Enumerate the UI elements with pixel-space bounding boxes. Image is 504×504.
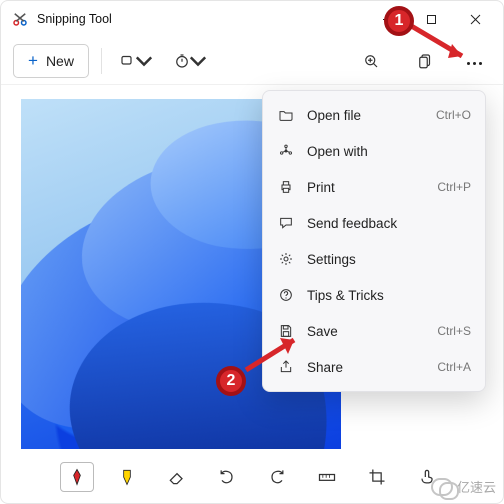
editing-toolbar [52, 456, 452, 498]
menu-item-open-file[interactable]: Open file Ctrl+O [263, 97, 485, 133]
watermark-icon [431, 478, 453, 496]
menu-shortcut: Ctrl+O [436, 108, 471, 122]
annotation-badge-2: 2 [216, 366, 246, 396]
chevron-down-icon [135, 52, 153, 70]
help-icon [277, 287, 295, 303]
annotation-arrow-1 [404, 16, 482, 68]
new-label: New [46, 53, 74, 69]
new-snip-button[interactable]: + New [13, 44, 89, 78]
zoom-button[interactable] [349, 44, 393, 78]
redo-button[interactable] [260, 462, 294, 492]
menu-label: Share [307, 360, 425, 375]
menu-item-tips[interactable]: Tips & Tricks [263, 277, 485, 313]
menu-item-print[interactable]: Print Ctrl+P [263, 169, 485, 205]
chevron-down-icon [189, 52, 207, 70]
delay-dropdown[interactable] [168, 44, 212, 78]
highlighter-tool[interactable] [110, 462, 144, 492]
menu-item-send-feedback[interactable]: Send feedback [263, 205, 485, 241]
watermark-text: 亿速云 [457, 477, 496, 496]
menu-label: Open with [307, 144, 459, 159]
watermark: 亿速云 [431, 477, 496, 496]
menu-item-open-with[interactable]: Open with [263, 133, 485, 169]
menu-shortcut: Ctrl+S [437, 324, 471, 338]
print-icon [277, 179, 295, 195]
eraser-tool[interactable] [160, 462, 194, 492]
feedback-icon [277, 215, 295, 231]
menu-label: Open file [307, 108, 424, 123]
crop-tool[interactable] [360, 462, 394, 492]
plus-icon: + [28, 52, 38, 69]
menu-label: Print [307, 180, 425, 195]
ballpoint-pen-tool[interactable] [60, 462, 94, 492]
menu-label: Tips & Tricks [307, 288, 459, 303]
folder-open-icon [277, 107, 295, 123]
menu-item-settings[interactable]: Settings [263, 241, 485, 277]
open-with-icon [277, 143, 295, 159]
annotation-badge-1: 1 [384, 6, 414, 36]
annotation-arrow-2 [240, 332, 310, 376]
menu-shortcut: Ctrl+A [437, 360, 471, 374]
menu-shortcut: Ctrl+P [437, 180, 471, 194]
menu-label: Save [307, 324, 425, 339]
snip-mode-dropdown[interactable] [114, 44, 158, 78]
app-icon [11, 10, 29, 28]
separator [101, 48, 102, 74]
window-title: Snipping Tool [37, 12, 112, 26]
ruler-tool[interactable] [310, 462, 344, 492]
undo-button[interactable] [210, 462, 244, 492]
settings-icon [277, 251, 295, 267]
menu-label: Send feedback [307, 216, 459, 231]
menu-label: Settings [307, 252, 459, 267]
